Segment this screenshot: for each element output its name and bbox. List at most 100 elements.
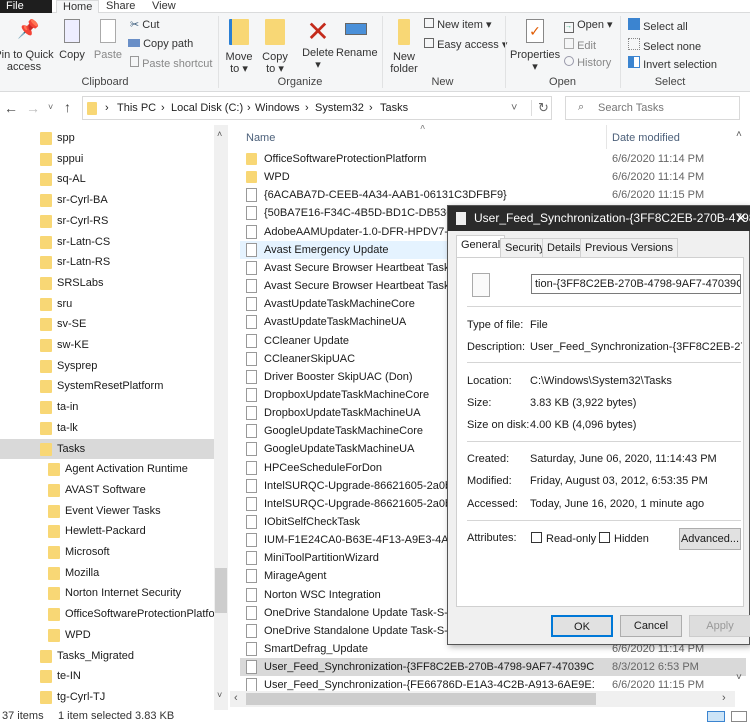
hidden-checkbox[interactable] <box>599 532 610 543</box>
file-row[interactable]: {6ACABA7D-CEEB-4A34-AAB1-06131C3DFBF9} 6/… <box>240 186 746 204</box>
apply-button[interactable]: Apply <box>689 615 750 637</box>
nav-item[interactable]: sr-Latn-RS <box>0 252 214 272</box>
properties-button[interactable]: ✓ Properties ▾ <box>510 19 560 73</box>
copy-path-button[interactable]: Copy path <box>128 38 193 50</box>
copy-to-button[interactable]: Copy to ▾ <box>260 19 290 75</box>
paste-shortcut-button[interactable]: Paste shortcut <box>130 56 212 70</box>
nav-item[interactable]: sru <box>0 294 214 314</box>
nav-item[interactable]: SystemResetPlatform <box>0 376 214 396</box>
rename-button[interactable]: Rename <box>336 19 378 59</box>
invert-selection-button[interactable]: Invert selection <box>628 56 717 71</box>
column-divider[interactable] <box>606 125 607 149</box>
nav-item[interactable]: sr-Cyrl-BA <box>0 190 214 210</box>
nav-item[interactable]: sq-AL <box>0 169 214 189</box>
file-row[interactable]: User_Feed_Synchronization-{3FF8C2EB-270B… <box>240 658 746 677</box>
easy-access-button[interactable]: Easy access ▾ <box>424 38 507 51</box>
ok-button[interactable]: OK <box>551 615 613 637</box>
column-header-date[interactable]: Date modified <box>612 132 680 144</box>
dialog-title-bar[interactable]: User_Feed_Synchronization-{3FF8C2EB-270B… <box>448 206 750 231</box>
tab-view[interactable]: View <box>146 0 182 13</box>
nav-item[interactable]: sr-Latn-CS <box>0 232 214 252</box>
select-all-button[interactable]: Select all <box>628 18 688 33</box>
tab-share[interactable]: Share <box>100 0 141 13</box>
pin-button[interactable]: 📌 Pin to Quick access <box>0 20 54 73</box>
nav-item[interactable]: ta-in <box>0 397 214 417</box>
up-arrow-icon[interactable]: ↑ <box>64 99 71 115</box>
h-scroll-thumb[interactable] <box>246 693 596 705</box>
nav-item[interactable]: sv-SE <box>0 314 214 334</box>
nav-item[interactable]: Microsoft <box>0 542 214 562</box>
large-icons-view-icon[interactable] <box>731 711 747 722</box>
scroll-left-icon[interactable]: ‹ <box>234 692 238 704</box>
back-arrow-icon[interactable]: ← <box>4 100 18 116</box>
nav-item[interactable]: sw-KE <box>0 335 214 355</box>
tab-previous-versions[interactable]: Previous Versions <box>580 238 679 257</box>
delete-button[interactable]: ✕ Delete ▾ <box>300 17 336 72</box>
paste-button[interactable]: Paste <box>93 19 123 61</box>
column-header-name[interactable]: Name <box>246 132 275 144</box>
read-only-label[interactable]: Read-only <box>546 533 596 545</box>
nav-item[interactable]: AVAST Software <box>0 480 214 500</box>
nav-item[interactable]: Norton Internet Security <box>0 583 214 603</box>
scroll-up-icon[interactable]: ˄ <box>217 129 222 139</box>
refresh-icon[interactable]: ↻ <box>531 100 549 116</box>
select-none-button[interactable]: Select none <box>628 38 701 53</box>
advanced-button[interactable]: Advanced... <box>679 528 741 550</box>
forward-arrow-icon[interactable]: → <box>26 100 40 116</box>
copy-button[interactable]: Copy <box>58 19 86 61</box>
nav-item[interactable]: Hewlett-Packard <box>0 521 214 541</box>
tab-general[interactable]: General <box>456 235 506 257</box>
tab-file[interactable]: File <box>0 0 52 13</box>
file-icon <box>246 315 257 330</box>
new-folder-button[interactable]: New folder <box>386 19 422 75</box>
crumb-this-pc[interactable]: This PC <box>117 102 156 114</box>
new-item-button[interactable]: New item ▾ <box>424 18 491 31</box>
nav-item[interactable]: Tasks <box>0 438 214 459</box>
list-scroll-down-icon[interactable]: ˅ <box>736 672 742 683</box>
nav-item[interactable]: Agent Activation Runtime <box>0 459 214 479</box>
address-dropdown-icon[interactable]: ˅ <box>511 102 517 114</box>
nav-item[interactable]: WPD <box>0 625 214 645</box>
list-scroll-up-icon[interactable]: ˄ <box>736 129 742 140</box>
file-name: User_Feed_Synchronization-{3FF8C2EB-270B… <box>264 661 594 674</box>
crumb-tasks[interactable]: Tasks <box>380 102 408 114</box>
open-button[interactable]: → Open ▾ <box>564 18 613 33</box>
nav-item[interactable]: Event Viewer Tasks <box>0 501 214 521</box>
crumb-system32[interactable]: System32 <box>315 102 364 114</box>
search-input[interactable]: ⌕ Search Tasks <box>565 96 740 120</box>
nav-item[interactable]: spp <box>0 128 214 148</box>
recent-chevron-icon[interactable]: ˅ <box>48 102 53 112</box>
nav-item[interactable]: ta-lk <box>0 418 214 438</box>
nav-item[interactable]: te-IN <box>0 666 214 686</box>
tab-home[interactable]: Home <box>56 0 100 13</box>
crumb-windows[interactable]: Windows <box>255 102 300 114</box>
address-bar[interactable]: › This PC › Local Disk (C:) › Windows › … <box>82 96 552 120</box>
read-only-checkbox[interactable] <box>531 532 542 543</box>
nav-item[interactable]: OfficeSoftwareProtectionPlatform <box>0 604 227 624</box>
cancel-button[interactable]: Cancel <box>620 615 682 637</box>
nav-item[interactable]: Mozilla <box>0 563 214 583</box>
scroll-down-icon[interactable]: ˅ <box>217 690 222 700</box>
move-to-button[interactable]: Move to ▾ <box>224 19 254 75</box>
nav-scroll-thumb[interactable] <box>215 568 227 613</box>
crumb-local-disk[interactable]: Local Disk (C:) <box>171 102 243 114</box>
file-row[interactable]: WPD 6/6/2020 11:14 PM <box>240 168 746 186</box>
edit-button[interactable]: Edit <box>564 38 596 52</box>
history-button[interactable]: History <box>564 56 611 69</box>
nav-item[interactable]: sr-Cyrl-RS <box>0 211 214 231</box>
nav-item[interactable]: Tasks_Migrated <box>0 646 214 666</box>
cut-button[interactable]: ✂ Cut <box>130 18 159 31</box>
file-row[interactable]: OfficeSoftwareProtectionPlatform 6/6/2020… <box>240 150 746 168</box>
nav-item[interactable]: sppui <box>0 149 214 169</box>
horizontal-scrollbar[interactable]: ‹ › <box>230 691 735 707</box>
nav-item[interactable]: Sysprep <box>0 356 214 376</box>
file-name-input[interactable]: tion-{3FF8C2EB-270B-4798-9AF7-47039C732E… <box>531 274 741 294</box>
nav-scrollbar[interactable]: ˄ ˅ <box>214 125 228 710</box>
group-open: Open <box>549 76 576 88</box>
nav-item[interactable]: SRSLabs <box>0 273 214 293</box>
hidden-label[interactable]: Hidden <box>614 533 649 545</box>
close-icon[interactable]: ✕ <box>735 206 747 231</box>
details-view-icon[interactable] <box>707 711 725 722</box>
scroll-right-icon[interactable]: › <box>722 692 726 704</box>
nav-item[interactable]: tg-Cyrl-TJ <box>0 687 214 707</box>
